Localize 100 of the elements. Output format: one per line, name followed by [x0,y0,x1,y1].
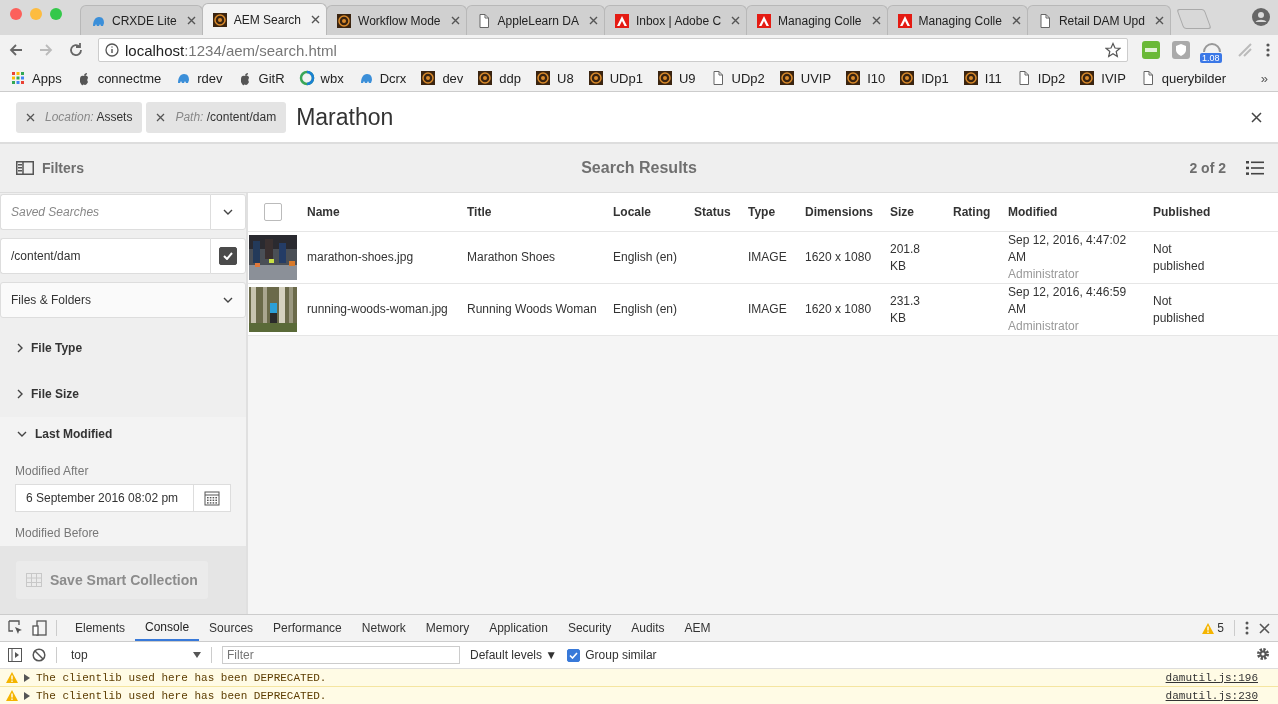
path-field[interactable]: /content/dam [0,238,210,274]
close-icon[interactable] [186,16,196,25]
address-bar[interactable]: localhost:1234/aem/search.html [98,38,1128,62]
devtools-tab[interactable]: Network [351,615,416,641]
reload-icon[interactable] [68,42,84,58]
bookmark[interactable]: rdev [175,70,223,86]
close-icon[interactable] [1011,16,1021,25]
back-icon[interactable] [8,42,24,58]
close-icon[interactable] [588,16,598,25]
column-header[interactable]: Locale [613,205,694,219]
browser-tab[interactable]: Managing Colle [886,5,1028,35]
profile-icon[interactable] [1252,8,1270,26]
url-text: localhost:1234/aem/search.html [125,41,338,59]
devtools-tab[interactable]: Elements [65,615,136,641]
modified-by: Administrator [1008,266,1080,283]
aem-icon [656,70,673,86]
column-header[interactable]: Size [890,205,953,219]
browser-tab[interactable]: Inbox | Adobe C [603,5,748,35]
bookmark[interactable]: wbx [298,70,344,86]
bookmark[interactable]: UVIP [778,70,832,86]
close-icon[interactable] [871,16,881,25]
browser-tab[interactable]: CRXDE Lite [80,5,203,35]
bookmark[interactable]: Apps [10,70,62,86]
column-header[interactable]: Published [1153,205,1278,219]
path-checkbox[interactable] [219,247,237,265]
column-header[interactable]: Dimensions [805,205,890,219]
browser-tab[interactable]: AppleLearn DA [465,5,605,35]
column-header[interactable]: Modified [1008,205,1153,219]
bookmark[interactable]: UDp1 [587,70,643,86]
warning-count[interactable]: 5 [1202,621,1224,635]
bookmark[interactable]: GitR [236,70,285,86]
group-similar-checkbox[interactable] [567,648,581,662]
close-icon[interactable] [311,15,321,24]
sidebar-toggle-icon[interactable] [16,161,34,175]
close-icon[interactable] [1251,111,1262,123]
levels-dropdown[interactable]: Default levels ▼ [470,648,558,662]
devtools-tab[interactable]: AEM [674,615,721,641]
filter-section-header[interactable]: Last Modified [0,417,246,451]
bookmark[interactable]: UDp2 [709,70,765,86]
scope-dropdown[interactable]: Files & Folders [0,282,246,318]
bookmark[interactable]: IDp1 [899,70,949,86]
close-icon[interactable] [731,16,741,25]
asset-title: Marathon Shoes [467,249,557,266]
more-menu-icon[interactable] [1266,42,1270,58]
search-field[interactable]: Marathon [296,103,1247,131]
bookmark[interactable]: dev [420,70,464,86]
clear-console-icon[interactable] [32,648,46,662]
star-icon[interactable] [1105,42,1121,58]
browser-tab[interactable]: Managing Colle [746,5,888,35]
remove-icon[interactable] [156,112,166,122]
devtools-tab[interactable]: Application [479,615,558,641]
devtools-tab[interactable]: Performance [263,615,352,641]
close-icon[interactable] [1154,16,1164,25]
sidebar-toggle-icon[interactable] [8,648,22,662]
column-header[interactable]: Rating [953,205,1008,219]
date-field[interactable]: 6 September 2016 08:02 pm [15,484,193,512]
source-link[interactable]: damutil.js:230 [1165,689,1258,702]
bookmark[interactable]: I11 [962,70,1002,86]
column-header[interactable]: Status [694,205,748,219]
browser-tab[interactable]: Workflow Mode [326,5,467,35]
more-menu-icon[interactable] [1245,621,1249,635]
inspect-element-icon[interactable] [8,620,24,636]
bookmark[interactable]: U9 [656,70,696,86]
close-icon[interactable] [450,16,460,25]
filter-section-header[interactable]: File Size [0,371,246,417]
devtools-tab[interactable]: Console [135,615,200,641]
source-link[interactable]: damutil.js:196 [1165,671,1258,684]
list-view-icon[interactable] [1246,160,1264,176]
extension-icon[interactable]: 1.08 [1202,39,1224,61]
more-bookmarks-button[interactable]: » [1260,70,1268,86]
remove-icon[interactable] [26,112,35,122]
search-tag[interactable]: Location: Assets [16,101,143,133]
bookmark[interactable]: querybilder [1139,70,1227,86]
calendar-button[interactable] [193,484,231,512]
close-icon[interactable] [1259,622,1270,634]
column-header[interactable]: Type [748,205,805,219]
devtools-tab[interactable]: Sources [199,615,264,641]
warning-icon [1202,622,1215,634]
browser-tab[interactable]: AEM Search [201,3,328,35]
context-selector[interactable]: top [67,648,201,662]
column-header[interactable]: Title [467,205,613,219]
bookmark[interactable]: U8 [535,70,574,86]
bookmark[interactable]: ddp [477,70,522,86]
devtools-tab[interactable]: Memory [415,615,480,641]
devtools-tab[interactable]: Security [557,615,622,641]
browser-tab[interactable]: Retail DAM Upd [1026,5,1171,35]
select-all-checkbox[interactable] [264,203,282,221]
devtools-tab[interactable]: Audits [621,615,675,641]
saved-searches-field[interactable]: Saved Searches [0,194,210,230]
settings-icon[interactable] [1256,646,1270,661]
search-tag[interactable]: Path: /content/dam [146,101,287,133]
bookmark[interactable]: IDp2 [1015,70,1066,86]
bookmark[interactable]: IVIP [1079,70,1126,86]
bookmark[interactable]: connectme [75,70,162,86]
filter-section-header[interactable]: File Type [0,325,246,371]
device-toolbar-icon[interactable] [32,620,48,636]
filter-field[interactable]: Filter [222,646,460,664]
column-header[interactable]: Name [307,205,467,219]
bookmark[interactable]: I10 [845,70,886,86]
bookmark[interactable]: Dcrx [357,70,407,86]
